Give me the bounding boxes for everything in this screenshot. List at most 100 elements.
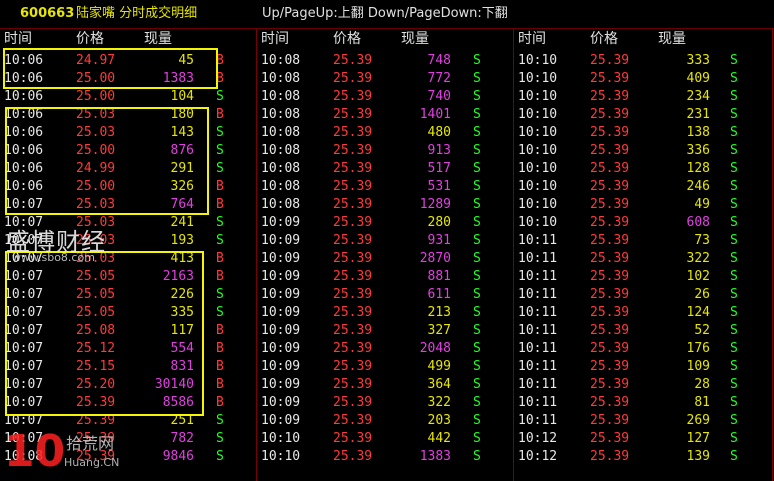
trade-row: 10:11 25.39 124 S <box>514 304 772 322</box>
trade-row: 10:06 25.03 180 B <box>0 106 256 124</box>
trade-direction: S <box>473 125 481 140</box>
trade-direction: S <box>730 215 738 230</box>
trade-row: 10:12 25.39 139 S <box>514 448 772 466</box>
trade-volume: 1289 <box>419 197 451 212</box>
trade-row: 10:09 25.39 322 S <box>257 394 513 412</box>
watermark-logo-text: 拾荒网 <box>66 434 115 453</box>
trade-volume: 442 <box>427 431 451 446</box>
trade-price: 25.39 <box>590 107 630 122</box>
trade-price: 25.15 <box>76 359 116 374</box>
trade-price: 25.00 <box>76 71 116 86</box>
trade-price: 25.39 <box>590 197 630 212</box>
trade-volume: 740 <box>427 89 451 104</box>
trade-direction: S <box>473 449 481 464</box>
trade-price: 25.39 <box>333 53 373 68</box>
trade-row: 10:08 25.39 517 S <box>257 160 513 178</box>
trade-direction: B <box>216 395 224 410</box>
trade-price: 25.20 <box>76 377 116 392</box>
trade-price: 25.39 <box>590 413 630 428</box>
trade-direction: S <box>730 323 738 338</box>
trade-row: 10:11 25.39 52 S <box>514 322 772 340</box>
trade-time: 10:08 <box>261 71 301 86</box>
trade-price: 25.39 <box>590 233 630 248</box>
trade-time: 10:09 <box>261 377 301 392</box>
trade-volume: 554 <box>170 341 194 356</box>
trade-volume: 291 <box>170 161 194 176</box>
trade-row: 10:10 25.39 138 S <box>514 124 772 142</box>
trade-row: 10:11 25.39 26 S <box>514 286 772 304</box>
trade-direction: S <box>473 251 481 266</box>
trade-price: 25.00 <box>76 143 116 158</box>
trade-row: 10:08 25.39 480 S <box>257 124 513 142</box>
trade-row: 10:08 25.39 772 S <box>257 70 513 88</box>
trade-row: 10:11 25.39 102 S <box>514 268 772 286</box>
trade-price: 25.39 <box>590 377 630 392</box>
trade-volume: 322 <box>427 395 451 410</box>
trade-direction: S <box>473 143 481 158</box>
trade-volume: 104 <box>170 89 194 104</box>
trade-price: 25.39 <box>590 341 630 356</box>
trade-volume: 499 <box>427 359 451 374</box>
trade-price: 25.39 <box>333 323 373 338</box>
trade-row: 10:10 25.39 333 S <box>514 52 772 70</box>
trade-direction: B <box>216 197 224 212</box>
stock-code: 600663 <box>20 6 75 21</box>
trade-volume: 280 <box>427 215 451 230</box>
trade-volume: 52 <box>694 323 710 338</box>
trade-price: 25.39 <box>333 341 373 356</box>
trade-direction: S <box>216 215 224 230</box>
trade-time: 10:10 <box>518 161 558 176</box>
trade-price: 25.39 <box>333 269 373 284</box>
trade-price: 25.39 <box>333 377 373 392</box>
trade-volume: 336 <box>686 143 710 158</box>
trade-direction: S <box>473 395 481 410</box>
trade-row: 10:10 25.39 234 S <box>514 88 772 106</box>
trade-direction: S <box>730 413 738 428</box>
trade-time: 10:07 <box>4 359 44 374</box>
trade-direction: B <box>216 251 224 266</box>
trade-time: 10:09 <box>261 341 301 356</box>
trade-direction: S <box>730 89 738 104</box>
trade-row: 10:09 25.39 203 S <box>257 412 513 430</box>
trade-row: 10:07 25.15 831 B <box>0 358 256 376</box>
trade-rows: 10:10 25.39 333 S 10:10 25.39 409 S 10:10 25.39 23… <box>514 52 772 466</box>
trade-volume: 881 <box>427 269 451 284</box>
trade-volume: 226 <box>170 287 194 302</box>
trade-price: 25.39 <box>76 413 116 428</box>
trade-price: 25.39 <box>333 233 373 248</box>
trade-price: 25.39 <box>590 143 630 158</box>
trade-direction: S <box>730 449 738 464</box>
trade-time: 10:06 <box>4 71 44 86</box>
trade-rows: 10:08 25.39 748 S 10:08 25.39 772 S 10:08 25.39 74… <box>257 52 513 466</box>
trade-panel-3: 时间 价格 现量 10:10 25.39 333 S 10:10 25.39 409 S 10:… <box>514 29 773 481</box>
trade-direction: S <box>730 269 738 284</box>
trade-direction: S <box>473 359 481 374</box>
trade-price: 25.39 <box>333 395 373 410</box>
trade-price: 25.03 <box>76 197 116 212</box>
trade-volume: 109 <box>686 359 710 374</box>
trade-volume: 26 <box>694 287 710 302</box>
trade-volume: 241 <box>170 215 194 230</box>
watermark-logo-url: Huang.CN <box>64 456 120 469</box>
trade-volume: 531 <box>427 179 451 194</box>
trade-row: 10:10 25.39 336 S <box>514 142 772 160</box>
trade-volume: 913 <box>427 143 451 158</box>
title-bar: 600663 陆家嘴 分时成交明细 Up/PageUp:上翻 Down/Page… <box>0 0 774 29</box>
trade-volume: 128 <box>686 161 710 176</box>
trade-price: 25.39 <box>590 89 630 104</box>
trade-volume: 193 <box>170 233 194 248</box>
trade-time: 10:11 <box>518 359 558 374</box>
trade-price: 25.39 <box>333 431 373 446</box>
trade-price: 24.99 <box>76 161 116 176</box>
column-header: 时间 价格 现量 <box>257 29 513 49</box>
trade-time: 10:11 <box>518 305 558 320</box>
trade-direction: S <box>216 305 224 320</box>
trade-volume: 203 <box>427 413 451 428</box>
trade-row: 10:06 25.00 104 S <box>0 88 256 106</box>
trade-direction: S <box>730 107 738 122</box>
trade-row: 10:10 25.39 409 S <box>514 70 772 88</box>
trade-time: 10:07 <box>4 341 44 356</box>
trade-volume: 251 <box>170 413 194 428</box>
trade-direction: S <box>473 431 481 446</box>
trade-direction: S <box>473 269 481 284</box>
